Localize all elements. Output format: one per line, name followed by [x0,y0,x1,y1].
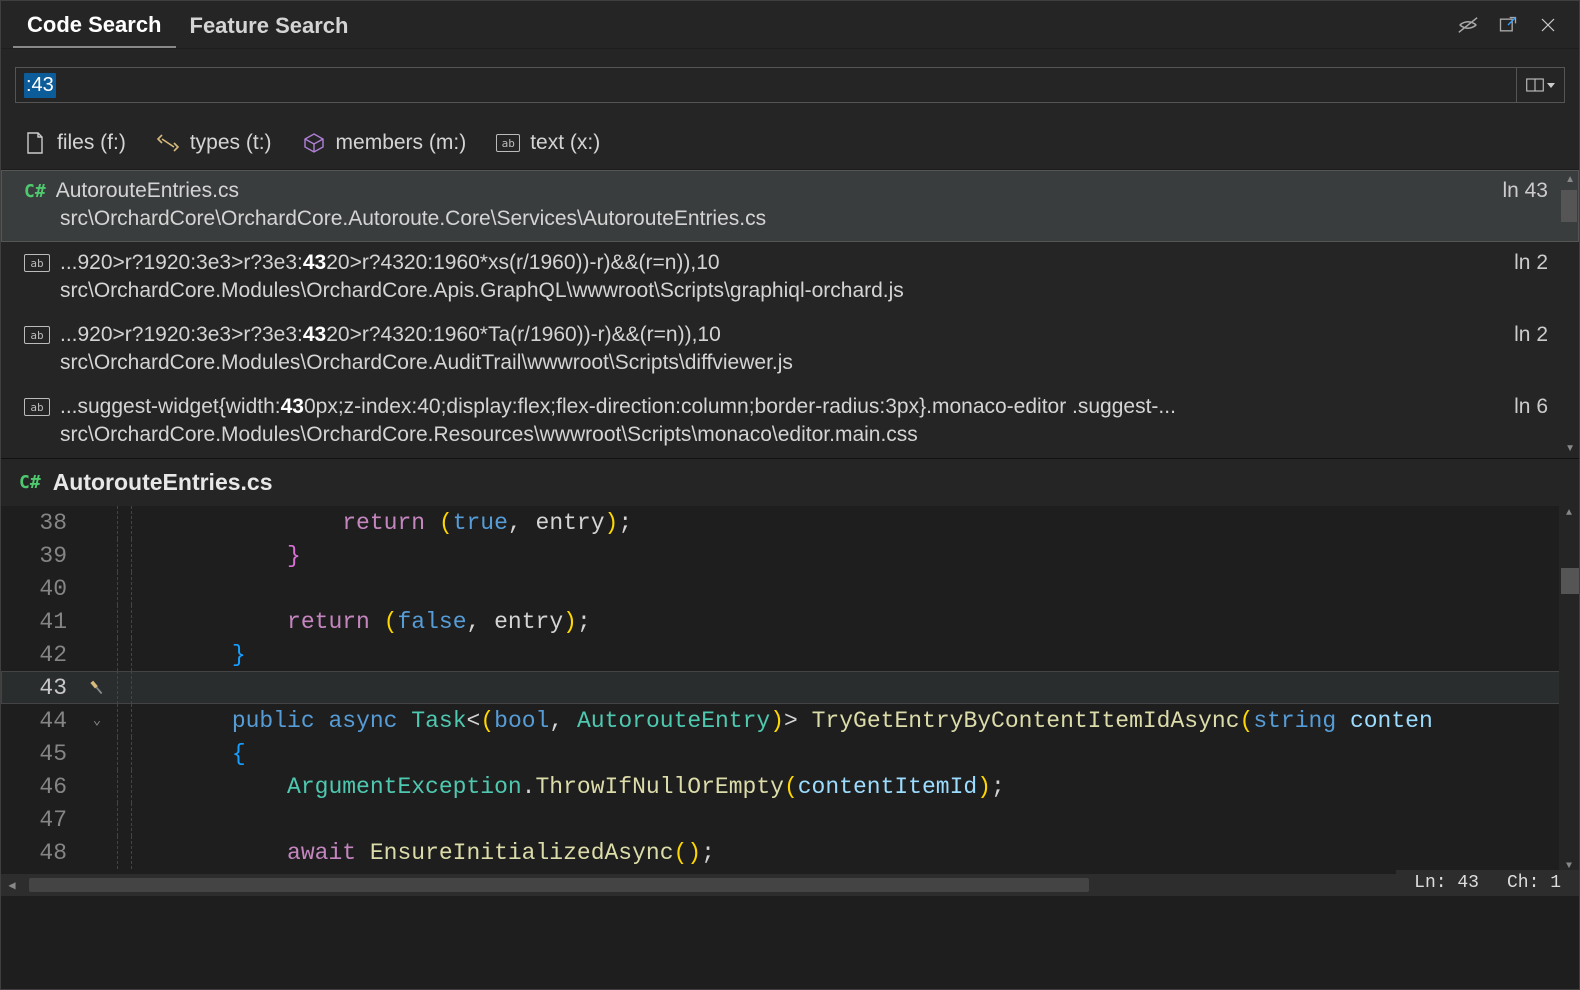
line-number: 42 [1,642,77,668]
results-list: C# AutorouteEntries.cs ln 43 src\OrchardCor… [1,169,1579,458]
csharp-icon: C# [24,181,46,202]
code-line[interactable]: 48 await EnsureInitializedAsync(); [1,836,1579,869]
tab-feature-search[interactable]: Feature Search [176,3,363,47]
result-path: src\OrchardCore.Modules\OrchardCore.Apis… [24,279,1560,303]
result-path: src\OrchardCore\OrchardCore.Autoroute.Co… [24,207,1560,231]
collapse-icon[interactable]: ⌄ [77,712,117,729]
code-text [145,807,177,833]
search-input[interactable]: :43 [16,69,1516,102]
text-icon: ab [496,131,520,155]
code-line[interactable]: 41 return (false, entry); [1,605,1579,638]
result-item[interactable]: ab ...920>r?1920:3e3>r?3e3:4320>r?4320:19… [1,314,1579,386]
results-scroll-down-icon[interactable]: ▼ [1565,443,1575,454]
result-item[interactable]: ab ...920>r?1920:3e3>r?3e3:4320>r?4320:19… [1,242,1579,314]
result-title: ...920>r?1920:3e3>r?3e3:4320>r?4320:1960… [60,251,1504,275]
file-icon [23,131,47,155]
code-text: ArgumentException.ThrowIfNullOrEmpty(con… [145,774,1005,800]
filter-members-label: members (m:) [336,131,467,155]
result-item[interactable]: C# AutorouteEntries.cs ln 43 src\OrchardCor… [1,170,1579,242]
line-number: 44 [1,708,77,734]
scroll-left-icon[interactable]: ◀ [1,878,23,893]
line-number: 47 [1,807,77,833]
result-title: AutorouteEntries.cs [56,179,1493,203]
code-line[interactable]: 47 [1,803,1579,836]
result-title: ...suggest-widget{width:430px;z-index:40… [60,395,1504,419]
filter-files[interactable]: files (f:) [23,131,126,155]
result-line-number: ln 2 [1514,251,1560,275]
code-text [145,576,177,602]
text-match-icon: ab [24,254,50,272]
code-text: await EnsureInitializedAsync(); [145,840,715,866]
result-line-number: ln 43 [1502,179,1560,203]
result-item[interactable]: ab ...suggest-widget{width:430px;z-index:… [1,386,1579,458]
line-number: 48 [1,840,77,866]
text-match-icon: ab [24,326,50,344]
horizontal-scrollbar[interactable]: ◀ ▶ Ln: 43 Ch: 1 [1,874,1579,896]
code-line[interactable]: 40 [1,572,1579,605]
status-bar: Ln: 43 Ch: 1 [1396,870,1579,896]
topbar: Code Search Feature Search [1,1,1579,49]
result-line-number: ln 2 [1514,323,1560,347]
members-icon [302,131,326,155]
code-line[interactable]: 46 ArgumentException.ThrowIfNullOrEmpty(… [1,770,1579,803]
status-char: Ch: 1 [1507,873,1561,893]
code-text: return (false, entry); [145,609,591,635]
code-preview: 38 return (true, entry);39 }40 41 return… [1,506,1579,896]
code-line[interactable]: 43 [1,671,1579,704]
filter-files-label: files (f:) [57,131,126,155]
scroll-thumb[interactable] [1561,568,1579,594]
line-number: 46 [1,774,77,800]
tab-code-search[interactable]: Code Search [13,2,176,48]
search-box: :43 [15,67,1565,103]
types-icon [156,131,180,155]
code-text: } [145,543,301,569]
code-text: return (true, entry); [145,510,632,536]
code-text: public async Task<(bool, AutorouteEntry)… [145,708,1433,734]
line-number: 38 [1,510,77,536]
line-number: 45 [1,741,77,767]
vertical-scrollbar[interactable]: ▲ ▼ [1559,506,1579,874]
results-scroll-thumb[interactable] [1561,190,1577,222]
results-scroll-up-icon[interactable]: ▲ [1565,174,1575,185]
lightbulb-icon[interactable] [77,679,117,697]
line-number: 43 [1,675,77,701]
topbar-actions [1457,14,1567,36]
filter-types[interactable]: types (t:) [156,131,272,155]
result-path: src\OrchardCore.Modules\OrchardCore.Reso… [24,423,1560,447]
filter-text-label: text (x:) [530,131,600,155]
preview-filename: AutorouteEntries.cs [53,469,273,496]
preview-header: C# AutorouteEntries.cs [1,458,1579,506]
filter-members[interactable]: members (m:) [302,131,467,155]
filter-types-label: types (t:) [190,131,272,155]
filter-text[interactable]: ab text (x:) [496,131,600,155]
search-query: :43 [24,73,56,98]
code-line[interactable]: 39 } [1,539,1579,572]
code-text [145,675,177,701]
code-line[interactable]: 44⌄ public async Task<(bool, AutorouteEn… [1,704,1579,737]
status-line: Ln: 43 [1414,873,1479,893]
csharp-icon: C# [19,472,41,493]
search-filters: files (f:) types (t:) members (m:) ab te… [1,111,1579,169]
search-view-dropdown[interactable] [1516,68,1564,102]
code-lines: 38 return (true, entry);39 }40 41 return… [1,506,1579,869]
scroll-thumb-h[interactable] [29,878,1089,892]
result-line-number: ln 6 [1514,395,1560,419]
text-match-icon: ab [24,398,50,416]
close-icon[interactable] [1537,14,1559,36]
line-number: 40 [1,576,77,602]
code-text: { [145,741,246,767]
line-number: 39 [1,543,77,569]
line-number: 41 [1,609,77,635]
code-line[interactable]: 42 } [1,638,1579,671]
search-row: :43 [1,49,1579,111]
result-title: ...920>r?1920:3e3>r?3e3:4320>r?4320:1960… [60,323,1504,347]
preview-toggle-icon[interactable] [1457,14,1479,36]
code-line[interactable]: 38 return (true, entry); [1,506,1579,539]
code-text: } [145,642,246,668]
code-line[interactable]: 45 { [1,737,1579,770]
result-path: src\OrchardCore.Modules\OrchardCore.Audi… [24,351,1560,375]
open-external-icon[interactable] [1497,14,1519,36]
